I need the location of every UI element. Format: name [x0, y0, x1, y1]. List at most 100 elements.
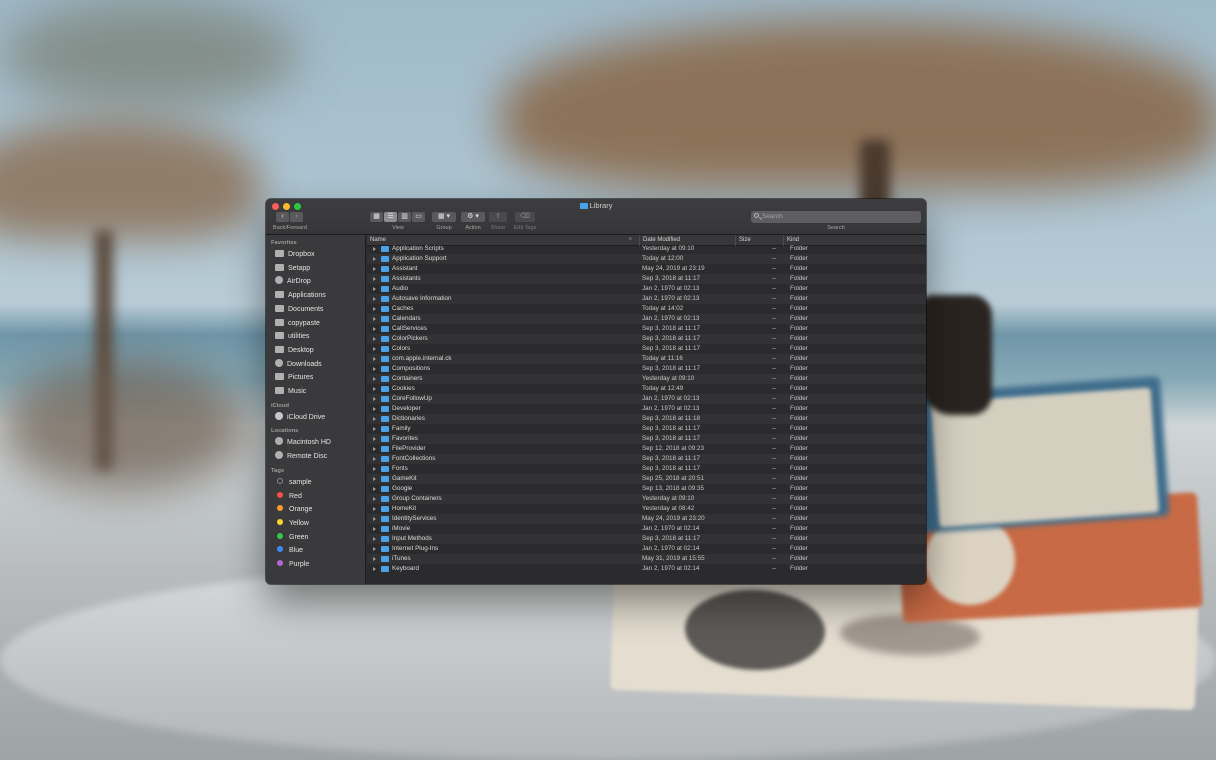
- disclosure-triangle-icon[interactable]: [373, 247, 376, 251]
- table-row[interactable]: Audio Jan 2, 1970 at 02:13 -- Folder: [367, 284, 926, 294]
- column-view-button[interactable]: ▥: [398, 212, 411, 222]
- disclosure-triangle-icon[interactable]: [373, 547, 376, 551]
- sidebar-item-dropbox[interactable]: Dropbox: [275, 249, 314, 261]
- disclosure-triangle-icon[interactable]: [373, 397, 376, 401]
- disclosure-triangle-icon[interactable]: [373, 447, 376, 451]
- sidebar-item-desktop[interactable]: Desktop: [275, 345, 314, 357]
- disclosure-triangle-icon[interactable]: [373, 437, 376, 441]
- disclosure-triangle-icon[interactable]: [373, 327, 376, 331]
- disclosure-triangle-icon[interactable]: [373, 267, 376, 271]
- forward-button[interactable]: ›: [290, 212, 303, 222]
- sidebar-tag-sample[interactable]: sample: [275, 477, 312, 489]
- disclosure-triangle-icon[interactable]: [373, 457, 376, 461]
- sidebar-item-airdrop[interactable]: AirDrop: [275, 276, 311, 288]
- table-row[interactable]: Caches Today at 14:02 -- Folder: [367, 304, 926, 314]
- group-button[interactable]: ▦ ▾: [432, 212, 456, 222]
- sidebar-item-music[interactable]: Music: [275, 386, 306, 398]
- disclosure-triangle-icon[interactable]: [373, 497, 376, 501]
- file-list[interactable]: Name ˄ Date Modified Size Kind Applicati…: [367, 235, 926, 584]
- disclosure-triangle-icon[interactable]: [373, 507, 376, 511]
- icon-view-button[interactable]: ▦: [370, 212, 383, 222]
- table-row[interactable]: Input Methods Sep 3, 2018 at 11:17 -- Folde…: [367, 534, 926, 544]
- disclosure-triangle-icon[interactable]: [373, 287, 376, 291]
- disclosure-triangle-icon[interactable]: [373, 347, 376, 351]
- table-row[interactable]: GameKit Sep 25, 2018 at 20:51 -- Folder: [367, 474, 926, 484]
- sidebar-item-copypaste[interactable]: copypaste: [275, 318, 320, 330]
- sidebar-tag-yellow[interactable]: Yellow: [275, 518, 309, 530]
- sidebar-item-applications[interactable]: Applications: [275, 290, 326, 302]
- table-row[interactable]: Google Sep 13, 2018 at 09:35 -- Folder: [367, 484, 926, 494]
- table-row[interactable]: IdentityServices May 24, 2019 at 23:20 -- F…: [367, 514, 926, 524]
- table-row[interactable]: Containers Yesterday at 09:10 -- Folder: [367, 374, 926, 384]
- disclosure-triangle-icon[interactable]: [373, 387, 376, 391]
- disclosure-triangle-icon[interactable]: [373, 427, 376, 431]
- table-row[interactable]: FontCollections Sep 3, 2018 at 11:17 -- Fol…: [367, 454, 926, 464]
- search-field[interactable]: Search: [751, 211, 921, 223]
- table-row[interactable]: Application Scripts Yesterday at 09:10 -- F…: [367, 244, 926, 254]
- table-row[interactable]: Autosave Information Jan 2, 1970 at 02:13…: [367, 294, 926, 304]
- sidebar-item-downloads[interactable]: Downloads: [275, 358, 322, 371]
- sidebar-item-pictures[interactable]: Pictures: [275, 372, 313, 384]
- table-row[interactable]: Favorites Sep 3, 2018 at 11:17 -- Folder: [367, 434, 926, 444]
- disclosure-triangle-icon[interactable]: [373, 567, 376, 571]
- back-button[interactable]: ‹: [276, 212, 289, 222]
- table-row[interactable]: Assistants Sep 3, 2018 at 11:17 -- Folder: [367, 274, 926, 284]
- disclosure-triangle-icon[interactable]: [373, 527, 376, 531]
- table-row[interactable]: Calendars Jan 2, 1970 at 02:13 -- Folder: [367, 314, 926, 324]
- table-row[interactable]: CoreFollowUp Jan 2, 1970 at 02:13 -- Folder: [367, 394, 926, 404]
- disclosure-triangle-icon[interactable]: [373, 407, 376, 411]
- disclosure-triangle-icon[interactable]: [373, 297, 376, 301]
- sidebar-tag-red[interactable]: Red: [275, 491, 302, 503]
- disclosure-triangle-icon[interactable]: [373, 317, 376, 321]
- table-row[interactable]: Application Support Today at 12:00 -- Folde…: [367, 254, 926, 264]
- disclosure-triangle-icon[interactable]: [373, 477, 376, 481]
- table-row[interactable]: com.apple.internal.ck Today at 11:16 -- Fol…: [367, 354, 926, 364]
- table-row[interactable]: HomeKit Yesterday at 08:42 -- Folder: [367, 504, 926, 514]
- list-view-button[interactable]: ☰: [384, 212, 397, 222]
- table-row[interactable]: Cookies Today at 12:49 -- Folder: [367, 384, 926, 394]
- disclosure-triangle-icon[interactable]: [373, 337, 376, 341]
- table-row[interactable]: Developer Jan 2, 1970 at 02:13 -- Folder: [367, 404, 926, 414]
- edit-tags-button[interactable]: ⌫: [515, 212, 535, 222]
- sidebar-item-macintosh-hd[interactable]: Macintosh HD: [275, 437, 331, 449]
- disclosure-triangle-icon[interactable]: [373, 557, 376, 561]
- disclosure-triangle-icon[interactable]: [373, 377, 376, 381]
- disclosure-triangle-icon[interactable]: [373, 537, 376, 541]
- disclosure-triangle-icon[interactable]: [373, 417, 376, 421]
- disclosure-triangle-icon[interactable]: [373, 357, 376, 361]
- disclosure-triangle-icon[interactable]: [373, 467, 376, 471]
- sidebar-item-icloud-drive[interactable]: iCloud Drive: [275, 411, 325, 424]
- sidebar-item-utilities[interactable]: utilities: [275, 331, 309, 343]
- table-row[interactable]: Fonts Sep 3, 2018 at 11:17 -- Folder: [367, 464, 926, 474]
- disclosure-triangle-icon[interactable]: [373, 307, 376, 311]
- sidebar-tag-purple[interactable]: Purple: [275, 559, 309, 571]
- disclosure-triangle-icon[interactable]: [373, 277, 376, 281]
- sidebar-item-documents[interactable]: Documents: [275, 304, 323, 316]
- disclosure-triangle-icon[interactable]: [373, 367, 376, 371]
- disclosure-triangle-icon[interactable]: [373, 517, 376, 521]
- table-row[interactable]: Group Containers Yesterday at 09:10 -- Fold…: [367, 494, 926, 504]
- sidebar-item-setapp[interactable]: Setapp: [275, 263, 310, 275]
- table-row[interactable]: Compositions Sep 3, 2018 at 11:17 -- Folder: [367, 364, 926, 374]
- table-row[interactable]: FileProvider Sep 12, 2018 at 09:23 -- Folde…: [367, 444, 926, 454]
- sidebar-tag-blue[interactable]: Blue: [275, 545, 303, 557]
- sidebar-tag-green[interactable]: Green: [275, 532, 308, 544]
- disclosure-triangle-icon[interactable]: [373, 257, 376, 261]
- row-kind: Folder: [790, 465, 808, 472]
- table-row[interactable]: Assistant May 24, 2019 at 23:19 -- Folder: [367, 264, 926, 274]
- disclosure-triangle-icon[interactable]: [373, 487, 376, 491]
- table-row[interactable]: ColorPickers Sep 3, 2018 at 11:17 -- Folder: [367, 334, 926, 344]
- table-row[interactable]: CallServices Sep 3, 2018 at 11:17 -- Folder: [367, 324, 926, 334]
- table-row[interactable]: Colors Sep 3, 2018 at 11:17 -- Folder: [367, 344, 926, 354]
- action-button[interactable]: ⚙ ▾: [461, 212, 485, 222]
- table-row[interactable]: Family Sep 3, 2018 at 11:17 -- Folder: [367, 424, 926, 434]
- gallery-view-button[interactable]: ▭: [412, 212, 425, 222]
- sidebar-item-remote-disc[interactable]: Remote Disc: [275, 451, 327, 463]
- sidebar-tag-orange[interactable]: Orange: [275, 504, 312, 516]
- table-row[interactable]: Internet Plug-Ins Jan 2, 1970 at 02:14 -- F…: [367, 544, 926, 554]
- table-row[interactable]: iTunes May 31, 2019 at 15:55 -- Folder: [367, 554, 926, 564]
- table-row[interactable]: Keyboard Jan 2, 1970 at 02:14 -- Folder: [367, 564, 926, 574]
- table-row[interactable]: Dictionaries Sep 3, 2018 at 11:18 -- Folder: [367, 414, 926, 424]
- table-row[interactable]: iMovie Jan 2, 1970 at 02:14 -- Folder: [367, 524, 926, 534]
- share-button[interactable]: ⇪: [489, 212, 507, 222]
